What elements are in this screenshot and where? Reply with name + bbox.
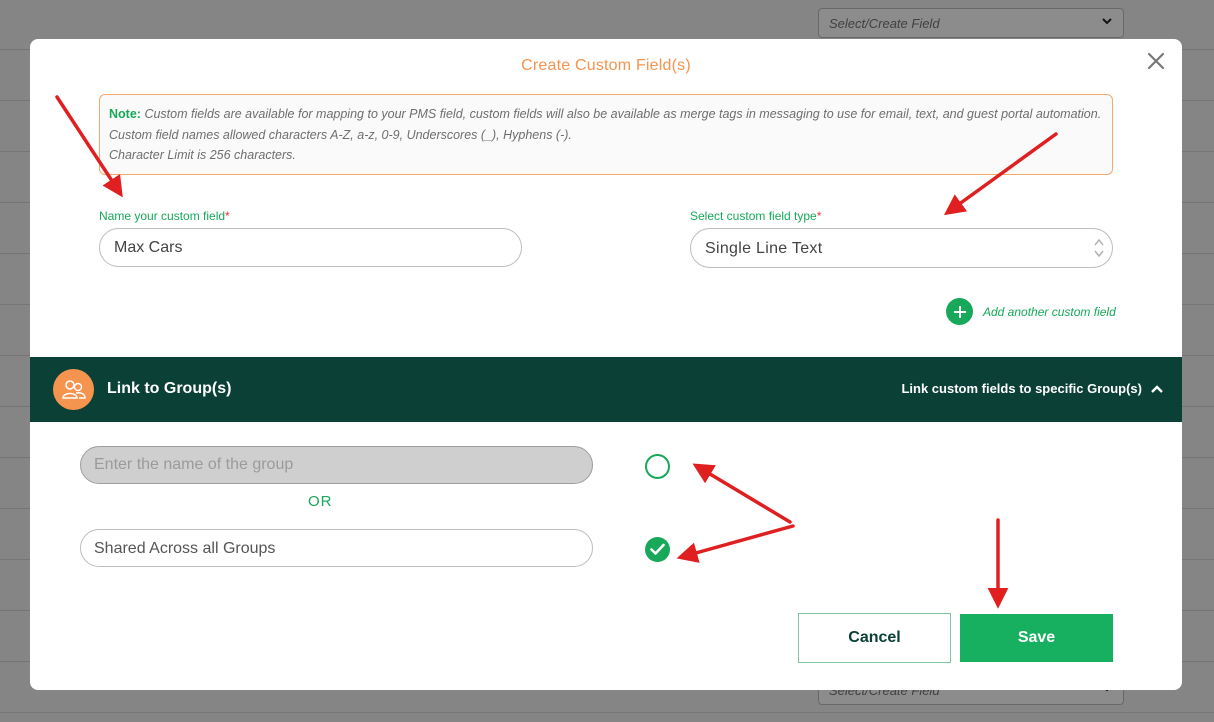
- close-icon[interactable]: [1146, 51, 1166, 71]
- link-to-groups-header: Link to Group(s) Link custom fields to s…: [30, 357, 1182, 422]
- chevron-up-icon: [1151, 384, 1163, 393]
- create-custom-field-modal: Create Custom Field(s) Note: Custom fiel…: [30, 39, 1182, 690]
- cancel-button[interactable]: Cancel: [798, 613, 951, 663]
- plus-circle-icon: [946, 298, 973, 325]
- note-box: Note: Custom fields are available for ma…: [99, 94, 1113, 175]
- checkmark-icon: [650, 543, 665, 555]
- add-another-field-label: Add another custom field: [983, 304, 1116, 319]
- note-text-1: Custom fields are available for mapping …: [144, 107, 1102, 121]
- users-group-icon: [53, 369, 94, 410]
- link-groups-toggle-label: Link custom fields to specific Group(s): [901, 381, 1142, 396]
- required-mark: *: [816, 209, 822, 223]
- shared-across-groups-option[interactable]: Shared Across all Groups: [80, 529, 593, 567]
- note-line-1: Note: Custom fields are available for ma…: [109, 104, 1103, 125]
- add-another-field-button[interactable]: Add another custom field: [946, 298, 1116, 325]
- link-groups-toggle[interactable]: Link custom fields to specific Group(s): [901, 381, 1164, 396]
- type-field-label: Select custom field type*: [690, 209, 822, 223]
- shared-groups-radio-checked[interactable]: [645, 537, 670, 562]
- note-line-3: Character Limit is 256 characters.: [109, 148, 296, 162]
- or-separator: OR: [308, 493, 333, 510]
- shared-across-groups-label: Shared Across all Groups: [94, 540, 276, 557]
- group-name-input[interactable]: [80, 446, 593, 484]
- required-mark: *: [225, 209, 230, 223]
- note-label: Note:: [109, 107, 141, 121]
- select-updown-icon: [1094, 238, 1104, 258]
- field-type-value: Single Line Text: [705, 240, 823, 257]
- link-to-groups-title: Link to Group(s): [107, 380, 232, 397]
- note-line-2: Custom field names allowed characters A-…: [109, 127, 572, 142]
- custom-field-name-input[interactable]: [99, 228, 522, 267]
- group-name-radio[interactable]: [645, 454, 670, 479]
- name-field-label: Name your custom field*: [99, 209, 230, 223]
- custom-field-type-select[interactable]: Single Line Text: [690, 228, 1113, 268]
- modal-title: Create Custom Field(s): [521, 57, 691, 74]
- save-button[interactable]: Save: [960, 614, 1113, 662]
